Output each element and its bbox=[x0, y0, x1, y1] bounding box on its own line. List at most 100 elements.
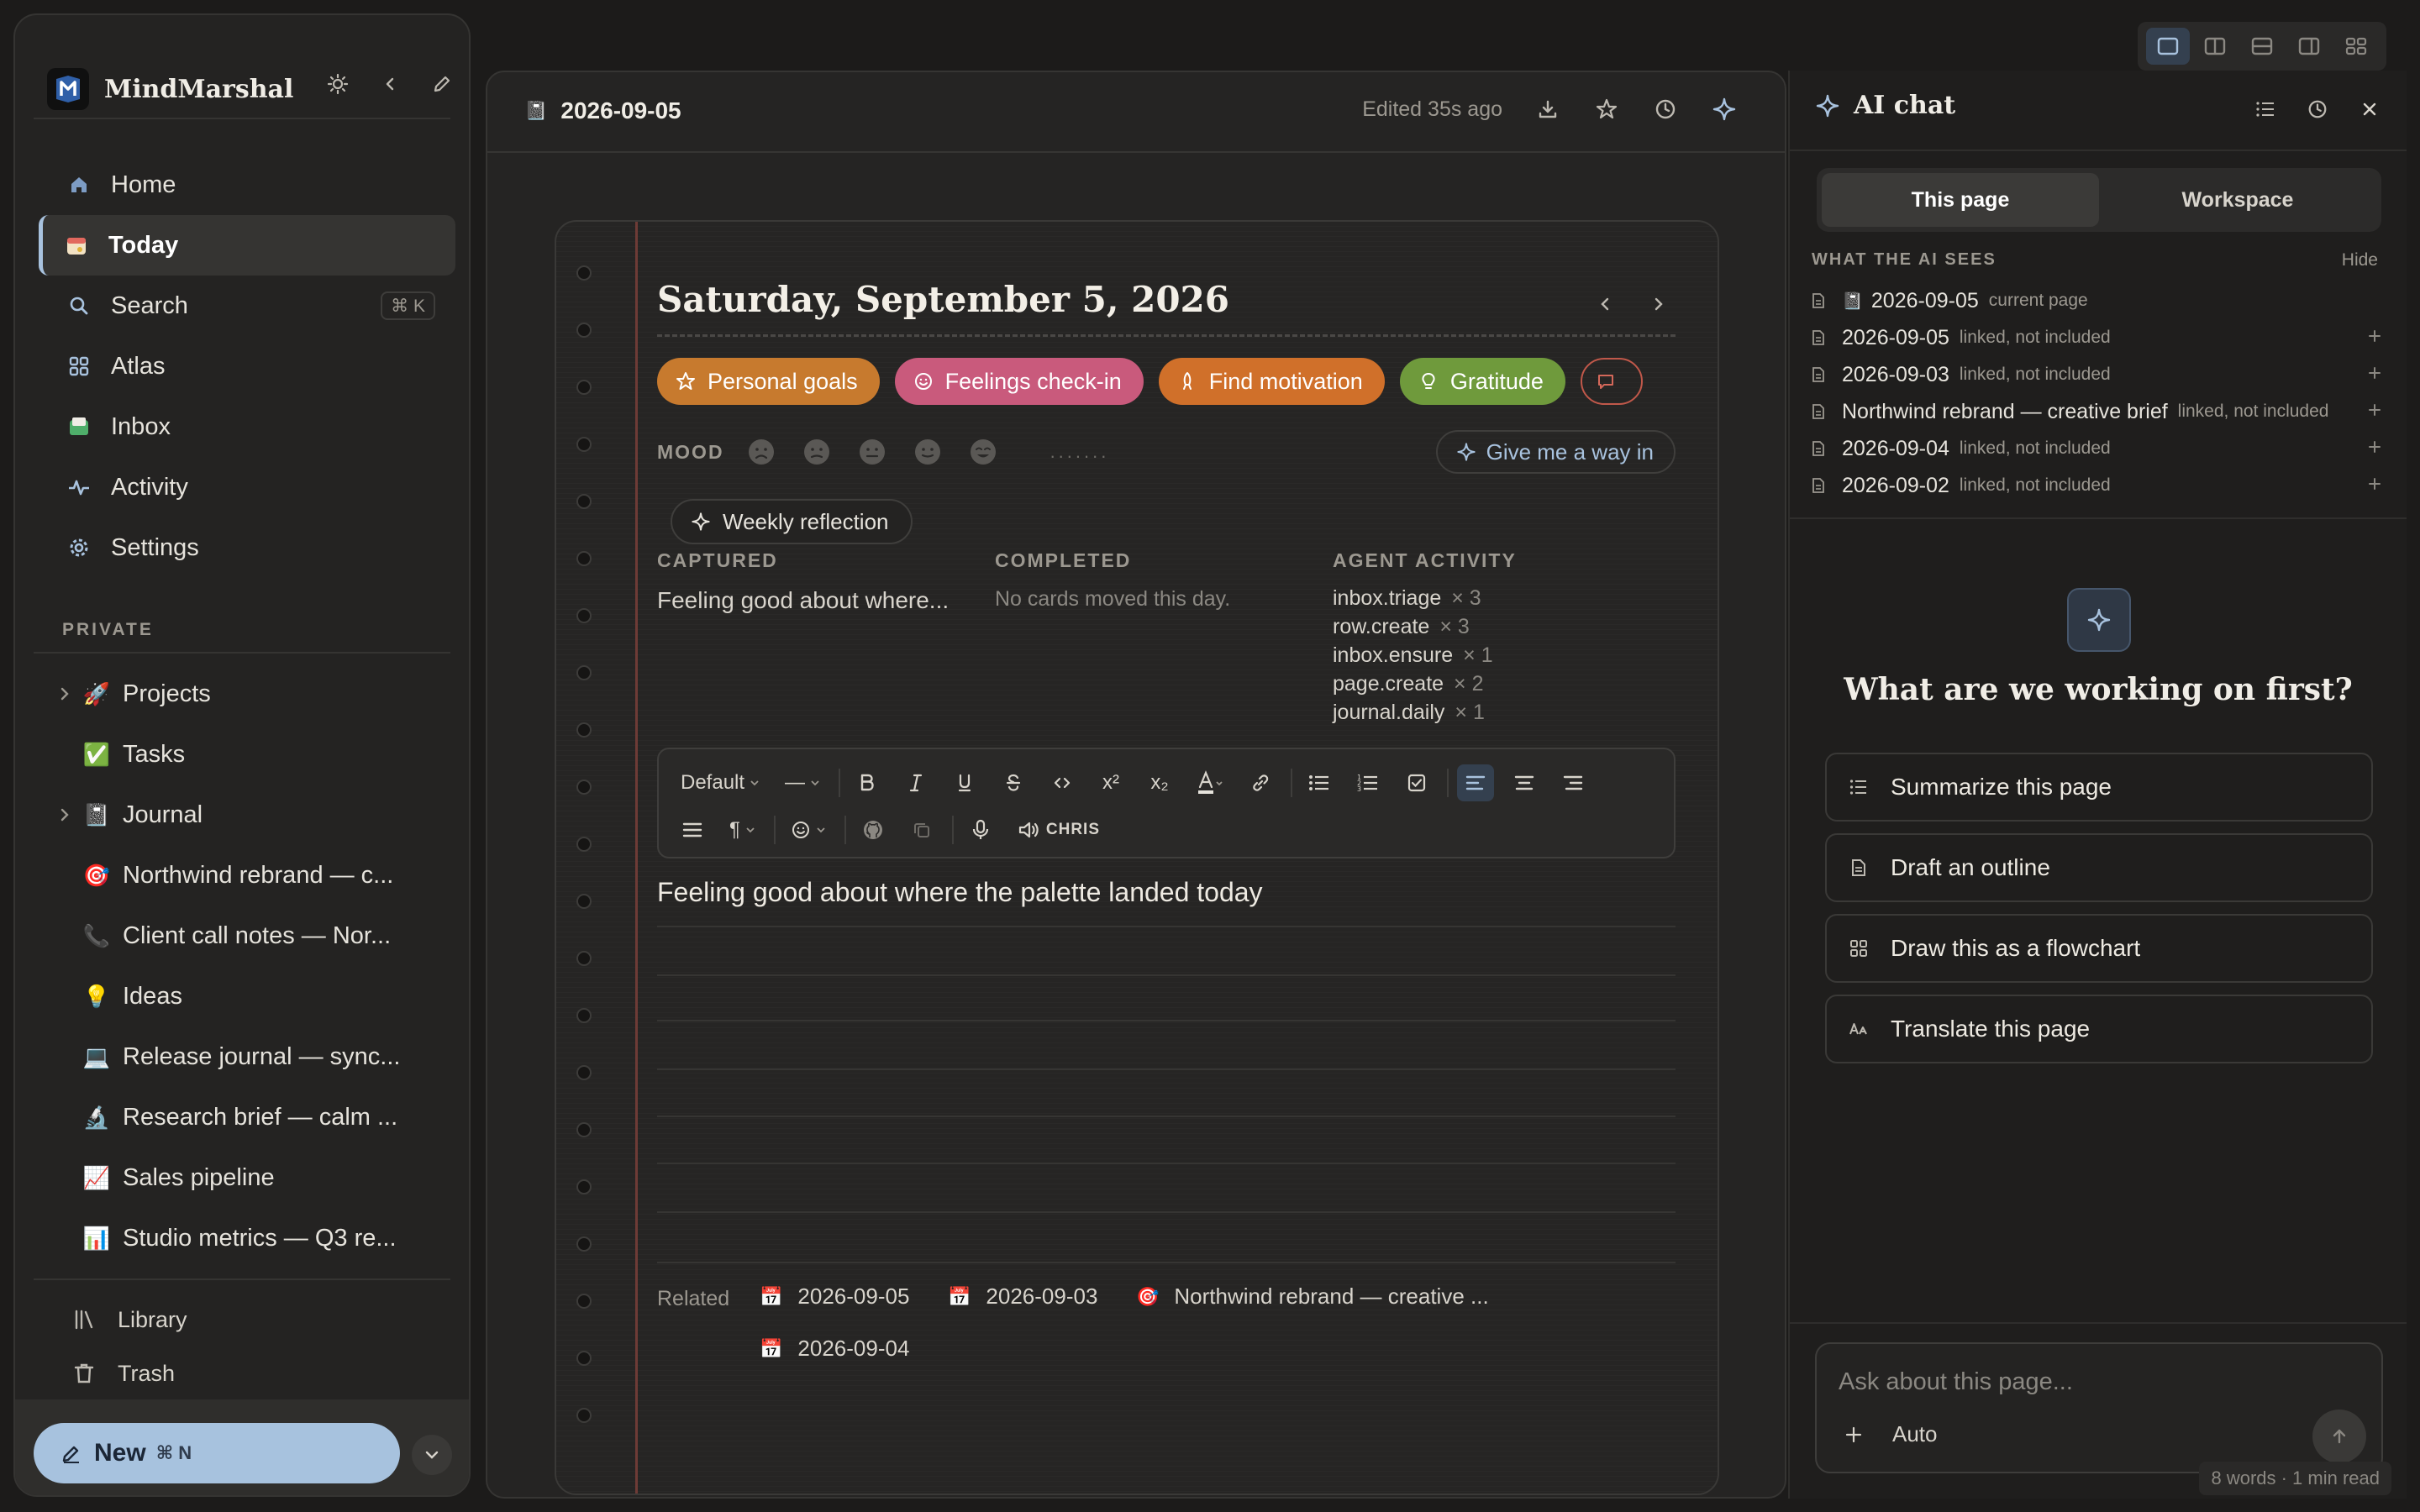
tree-item-projects[interactable]: 🚀 Projects bbox=[49, 667, 457, 721]
checklist-icon[interactable] bbox=[1398, 764, 1435, 801]
text-color-icon[interactable] bbox=[1190, 764, 1230, 801]
split-horizontal-layout-icon[interactable] bbox=[2240, 28, 2284, 65]
sparkle-icon[interactable] bbox=[1707, 92, 1741, 126]
strikethrough-icon[interactable] bbox=[995, 764, 1032, 801]
nav-inbox[interactable]: Inbox bbox=[39, 396, 455, 457]
align-justify-icon[interactable] bbox=[674, 811, 711, 848]
tab-this-page[interactable]: This page bbox=[1822, 173, 2099, 227]
add-context-icon[interactable] bbox=[2366, 328, 2383, 344]
mood-sad-icon[interactable] bbox=[746, 437, 776, 467]
context-row[interactable]: 2026-09-02 linked, not included bbox=[1812, 467, 2383, 504]
tab-workspace[interactable]: Workspace bbox=[2099, 173, 2376, 227]
align-right-icon[interactable] bbox=[1555, 764, 1591, 801]
add-context-icon[interactable] bbox=[2366, 438, 2383, 455]
prompt-gratitude[interactable]: Gratitude bbox=[1399, 358, 1565, 405]
prompt-personal-goals[interactable]: Personal goals bbox=[657, 358, 880, 405]
nav-home[interactable]: Home bbox=[39, 155, 455, 215]
tree-item-sales-pipeline[interactable]: 📈 Sales pipeline bbox=[49, 1151, 457, 1205]
emoji-picker-icon[interactable] bbox=[784, 811, 833, 848]
tree-item-studio-metrics[interactable]: 📊 Studio metrics — Q3 re... bbox=[49, 1211, 457, 1265]
add-context-icon[interactable] bbox=[2366, 365, 2383, 381]
history-icon[interactable] bbox=[2301, 92, 2334, 126]
related-link[interactable]: 🎯 Northwind rebrand — creative ... bbox=[1136, 1284, 1489, 1310]
add-context-icon[interactable] bbox=[2366, 402, 2383, 418]
suggestion-flowchart[interactable]: Draw this as a flowchart bbox=[1825, 914, 2373, 983]
journal-body-text[interactable]: Feeling good about where the palette lan… bbox=[657, 877, 1263, 908]
ai-chat-input[interactable] bbox=[1839, 1362, 2343, 1401]
weekly-reflection-button[interactable]: Weekly reflection bbox=[671, 499, 913, 544]
bold-icon[interactable] bbox=[849, 764, 886, 801]
captured-text[interactable]: Feeling good about where... bbox=[657, 587, 949, 614]
bullet-list-icon[interactable] bbox=[1301, 764, 1338, 801]
code-icon[interactable] bbox=[1044, 764, 1081, 801]
trash-link[interactable]: Trash bbox=[69, 1351, 439, 1396]
align-left-icon[interactable] bbox=[1457, 764, 1495, 801]
nav-atlas[interactable]: Atlas bbox=[39, 336, 455, 396]
hide-context-link[interactable]: Hide bbox=[2342, 250, 2378, 270]
split-vertical-layout-icon[interactable] bbox=[2193, 28, 2237, 65]
divider-select[interactable]: — bbox=[778, 764, 827, 801]
close-icon[interactable] bbox=[2353, 92, 2386, 126]
suggestion-translate[interactable]: Translate this page bbox=[1825, 995, 2373, 1063]
previous-day-icon[interactable] bbox=[1588, 287, 1622, 321]
context-row[interactable]: 2026-09-05 linked, not included bbox=[1812, 319, 2383, 356]
subscript-icon[interactable]: x₂ bbox=[1141, 764, 1178, 801]
grid-layout-icon[interactable] bbox=[2334, 28, 2378, 65]
link-icon[interactable] bbox=[1242, 764, 1279, 801]
superscript-icon[interactable]: x² bbox=[1092, 764, 1129, 801]
download-icon[interactable] bbox=[1531, 92, 1565, 126]
compose-icon[interactable] bbox=[425, 67, 459, 101]
context-row[interactable]: Northwind rebrand — creative brief linke… bbox=[1812, 393, 2383, 430]
paragraph-icon[interactable]: ¶ bbox=[723, 811, 762, 848]
text-style-select[interactable]: Default bbox=[674, 764, 766, 801]
prompt-overflow[interactable] bbox=[1580, 358, 1643, 405]
next-day-icon[interactable] bbox=[1642, 287, 1676, 321]
context-row[interactable]: 2026-09-04 linked, not included bbox=[1812, 430, 2383, 467]
add-context-icon[interactable] bbox=[2366, 475, 2383, 492]
tree-item-research-brief[interactable]: 🔬 Research brief — calm ... bbox=[49, 1090, 457, 1144]
side-panel-layout-icon[interactable] bbox=[2287, 28, 2331, 65]
mood-down-icon[interactable] bbox=[802, 437, 832, 467]
context-row[interactable]: 📓 2026-09-05 current page bbox=[1812, 282, 2383, 319]
github-icon[interactable] bbox=[855, 811, 892, 848]
nav-search[interactable]: Search ⌘ K bbox=[39, 276, 455, 336]
tree-item-ideas[interactable]: 💡 Ideas bbox=[49, 969, 457, 1023]
single-pane-layout-icon[interactable] bbox=[2146, 28, 2190, 65]
related-link[interactable]: 📅 2026-09-03 bbox=[948, 1284, 1097, 1310]
star-icon[interactable] bbox=[1590, 92, 1623, 126]
chevron-right-icon[interactable] bbox=[49, 807, 81, 822]
nav-settings[interactable]: Settings bbox=[39, 517, 455, 578]
related-link[interactable]: 📅 2026-09-05 bbox=[760, 1284, 909, 1310]
tree-item-tasks[interactable]: ✅ Tasks bbox=[49, 727, 457, 781]
tree-item-journal[interactable]: 📓 Journal bbox=[49, 788, 457, 842]
related-link[interactable]: 📅 2026-09-04 bbox=[760, 1336, 909, 1362]
attach-plus-icon[interactable] bbox=[1844, 1425, 1864, 1445]
voice-reader-button[interactable]: CHRIS bbox=[1011, 811, 1107, 848]
mood-okay-icon[interactable] bbox=[913, 437, 943, 467]
theme-toggle-icon[interactable] bbox=[321, 67, 355, 101]
numbered-list-icon[interactable]: 123 bbox=[1349, 764, 1386, 801]
collapse-sidebar-icon[interactable] bbox=[373, 67, 407, 101]
list-icon[interactable] bbox=[2249, 92, 2282, 126]
give-me-a-way-in-button[interactable]: Give me a way in bbox=[1435, 430, 1676, 474]
mood-happy-icon[interactable] bbox=[968, 437, 998, 467]
suggestion-outline[interactable]: Draft an outline bbox=[1825, 833, 2373, 902]
mood-neutral-icon[interactable] bbox=[857, 437, 887, 467]
underline-icon[interactable] bbox=[946, 764, 983, 801]
send-button[interactable] bbox=[2312, 1410, 2366, 1463]
model-mode-select[interactable]: Auto bbox=[1892, 1421, 1938, 1447]
nav-activity[interactable]: Activity bbox=[39, 457, 455, 517]
align-center-icon[interactable] bbox=[1506, 764, 1543, 801]
italic-icon[interactable] bbox=[897, 764, 934, 801]
history-icon[interactable] bbox=[1649, 92, 1682, 126]
microphone-icon[interactable] bbox=[962, 811, 999, 848]
library-link[interactable]: Library bbox=[69, 1297, 439, 1342]
prompt-feelings-check-in[interactable]: Feelings check-in bbox=[894, 358, 1144, 405]
new-page-button[interactable]: New ⌘ N bbox=[34, 1423, 400, 1483]
copy-icon[interactable] bbox=[903, 811, 940, 848]
nav-today[interactable]: Today bbox=[39, 215, 455, 276]
tree-item-release-journal[interactable]: 💻 Release journal — sync... bbox=[49, 1030, 457, 1084]
suggestion-summarize[interactable]: Summarize this page bbox=[1825, 753, 2373, 822]
tree-item-northwind[interactable]: 🎯 Northwind rebrand — c... bbox=[49, 848, 457, 902]
new-options-button[interactable] bbox=[412, 1435, 452, 1475]
